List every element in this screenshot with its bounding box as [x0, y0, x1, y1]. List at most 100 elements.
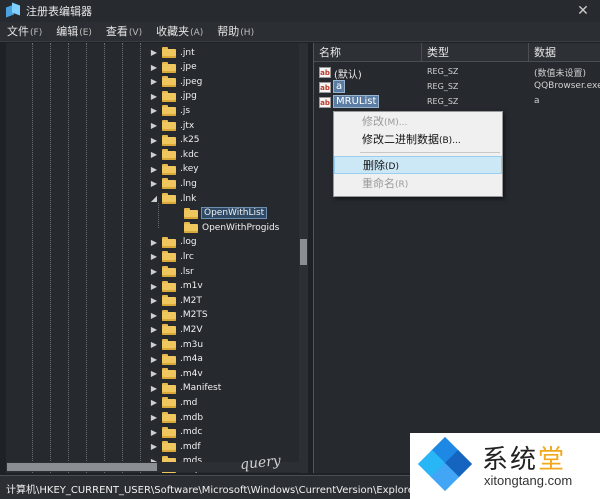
values-list[interactable]: 名称 类型 数据 ab (默认) REG_SZ (数值未设置) ab a REG…	[313, 43, 600, 473]
tree-item[interactable]: ▶ .md	[6, 395, 298, 410]
tree-item-label: .m3u	[180, 339, 204, 350]
value-data: (数值未设置)	[534, 69, 587, 79]
menu-item-rename[interactable]: 重命名(R)	[334, 175, 502, 193]
expand-arrow-icon[interactable]: ▶	[150, 398, 158, 407]
tree-item[interactable]: ▶ .m4a	[6, 352, 298, 367]
tree-item-label: .md	[180, 397, 198, 408]
tree-item[interactable]: ▶ .lrc	[6, 249, 298, 264]
tree-item[interactable]: OpenWithList	[6, 206, 298, 221]
expand-arrow-icon[interactable]: ▶	[150, 282, 158, 291]
close-button[interactable]: ✕	[574, 2, 592, 20]
expand-arrow-icon[interactable]: ▶	[150, 428, 158, 437]
expand-arrow-icon[interactable]: ▶	[150, 355, 158, 364]
tree-item[interactable]: ▶ .m3u	[6, 337, 298, 352]
tree-item[interactable]: ◢ .lnk	[6, 191, 298, 206]
expand-arrow-icon[interactable]: ▶	[150, 413, 158, 422]
tree-item[interactable]: ▶ .jpg	[6, 89, 298, 104]
folder-icon	[162, 178, 176, 190]
column-header-data[interactable]: 数据	[529, 43, 600, 62]
value-type: REG_SZ	[427, 82, 459, 91]
expand-arrow-icon[interactable]: ▶	[150, 340, 158, 349]
tree-item[interactable]: ▶ .log	[6, 235, 298, 250]
expand-arrow-icon[interactable]: ▶	[150, 442, 158, 451]
expand-arrow-icon[interactable]: ▶	[150, 267, 158, 276]
key-tree[interactable]: ▶ .jnt ▶ .jpe ▶ .jpeg ▶ .jpg ▶ .js ▶ .jtx ▶ .k25 ▶ .kdc…	[6, 43, 308, 473]
tree-item[interactable]: ▶ .kdc	[6, 147, 298, 162]
menu-file[interactable]: 文件(F)	[0, 22, 49, 42]
menu-view[interactable]: 查看(V)	[99, 22, 149, 42]
tree-item-label: .lng	[180, 178, 197, 189]
value-row[interactable]: ab a REG_SZ QQBrowser.exe	[314, 80, 600, 95]
menu-item-modify-binary[interactable]: 修改二进制数据(B)...	[334, 131, 502, 149]
tree-item[interactable]: ▶ .lsr	[6, 264, 298, 279]
expand-arrow-icon[interactable]: ▶	[150, 238, 158, 247]
tree-vertical-scrollbar[interactable]	[299, 43, 308, 473]
tree-item[interactable]: ▶ .m4v	[6, 366, 298, 381]
tree-item[interactable]: ▶ .js	[6, 103, 298, 118]
menu-item-modify[interactable]: 修改(M)...	[334, 113, 502, 131]
expand-arrow-icon[interactable]: ▶	[150, 179, 158, 188]
tree-item[interactable]: ▶ .mdb	[6, 410, 298, 425]
scrollbar-thumb[interactable]	[300, 239, 307, 265]
folder-icon	[162, 412, 176, 423]
tree-item-label: OpenWithProgids	[202, 222, 280, 233]
tree-item[interactable]: ▶ .mdf	[6, 439, 298, 454]
tree-item[interactable]: ▶ .M2TS	[6, 308, 298, 323]
tree-item[interactable]: ▶ .jtx	[6, 118, 298, 133]
expand-arrow-icon[interactable]: ▶	[150, 150, 158, 159]
folder-icon	[162, 105, 176, 117]
tree-item-label: .log	[180, 237, 197, 248]
expand-arrow-icon[interactable]: ▶	[150, 296, 158, 305]
tree-item[interactable]: ▶ .jnt	[6, 45, 298, 60]
value-data: QQBrowser.exe	[534, 81, 600, 91]
expand-arrow-icon[interactable]: ▶	[150, 106, 158, 115]
tree-item-label: .js	[180, 105, 191, 116]
tree-item-label: .M2V	[180, 324, 203, 335]
expand-arrow-icon[interactable]: ▶	[150, 121, 158, 130]
value-row[interactable]: ab (默认) REG_SZ (数值未设置)	[314, 65, 600, 81]
tree-item[interactable]: ▶ .key	[6, 162, 298, 177]
menu-favorites[interactable]: 收藏夹(A)	[149, 22, 210, 42]
folder-icon	[162, 280, 176, 292]
context-menu: 修改(M)... 修改二进制数据(B)... 删除(D) 重命名(R)	[333, 111, 503, 197]
expand-arrow-icon[interactable]: ▶	[150, 63, 158, 72]
tree-item[interactable]: ▶ .lng	[6, 176, 298, 191]
folder-icon	[162, 266, 176, 277]
folder-icon	[162, 397, 176, 409]
tree-item[interactable]: ▶ .Manifest	[6, 381, 298, 396]
expand-arrow-icon[interactable]: ▶	[150, 369, 158, 378]
expand-arrow-icon[interactable]: ▶	[150, 136, 158, 145]
window-title: 注册表编辑器	[26, 5, 92, 18]
expand-arrow-icon[interactable]: ▶	[150, 92, 158, 101]
tree-item-label: .jtx	[180, 120, 195, 131]
expand-arrow-icon[interactable]: ▶	[150, 48, 158, 57]
tree-item[interactable]: OpenWithProgids	[6, 220, 298, 235]
tree-item[interactable]: ▶ .k25	[6, 133, 298, 148]
menu-item-delete[interactable]: 删除(D)	[334, 156, 502, 174]
expand-arrow-icon[interactable]: ▶	[150, 311, 158, 320]
expand-arrow-icon[interactable]: ▶	[150, 165, 158, 174]
menu-help[interactable]: 帮助(H)	[210, 22, 261, 42]
tree-item[interactable]: ▶ .M2T	[6, 293, 298, 308]
tree-item[interactable]: ▶ .mdc	[6, 425, 298, 440]
menu-edit[interactable]: 编辑(E)	[49, 22, 99, 42]
menu-separator	[360, 152, 500, 153]
expand-arrow-icon[interactable]: ▶	[150, 77, 158, 86]
expand-arrow-icon[interactable]: ▶	[150, 384, 158, 393]
tree-item-label: .mdb	[180, 412, 204, 423]
folder-icon	[162, 76, 176, 88]
tree-item[interactable]: ▶ .M2V	[6, 322, 298, 337]
tree-item-label: .jpeg	[180, 76, 203, 87]
watermark-title: 系统堂	[482, 445, 567, 475]
column-header-type[interactable]: 类型	[422, 43, 529, 62]
value-row[interactable]: ab MRUList REG_SZ a	[314, 95, 600, 110]
expand-arrow-icon[interactable]: ▶	[150, 252, 158, 261]
tree-item[interactable]: ▶ .m1v	[6, 279, 298, 294]
tree-item[interactable]: ▶ .jpe	[6, 60, 298, 75]
expand-arrow-icon[interactable]: ▶	[150, 325, 158, 334]
collapse-arrow-icon[interactable]: ◢	[150, 194, 158, 203]
scrollbar-thumb[interactable]	[7, 463, 157, 471]
column-header-name[interactable]: 名称	[314, 43, 422, 62]
string-value-icon: ab	[319, 82, 331, 93]
tree-item[interactable]: ▶ .jpeg	[6, 74, 298, 89]
